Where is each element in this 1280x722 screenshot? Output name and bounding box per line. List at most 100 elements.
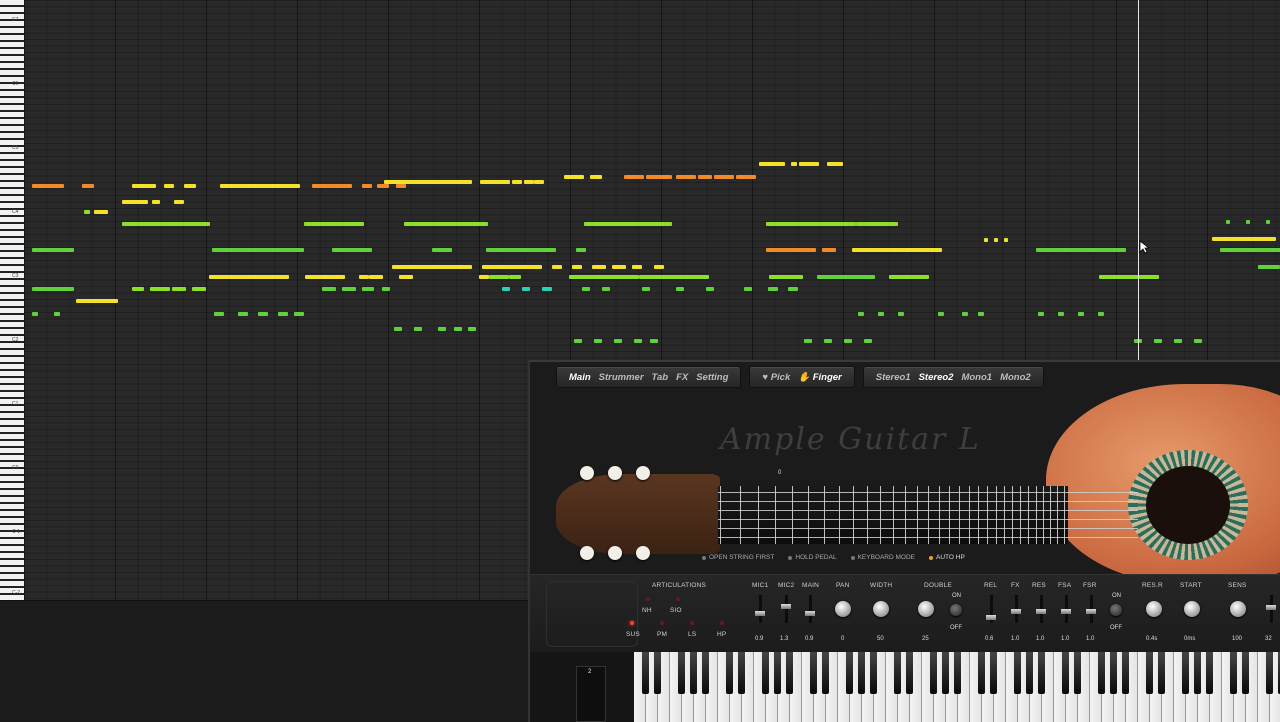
black-key[interactable]	[870, 652, 877, 694]
black-key[interactable]	[1110, 652, 1117, 694]
double-switch[interactable]	[950, 604, 962, 616]
midi-note[interactable]	[54, 312, 60, 316]
piano-keyboard[interactable]	[634, 652, 1280, 722]
double-knob[interactable]	[918, 601, 934, 617]
midi-note[interactable]	[799, 162, 819, 166]
width-knob[interactable]	[873, 601, 889, 617]
midi-note[interactable]	[258, 312, 268, 316]
midi-note[interactable]	[220, 184, 300, 188]
midi-note[interactable]	[1220, 248, 1280, 252]
slider-cap[interactable]	[1061, 609, 1071, 614]
midi-note[interactable]	[377, 184, 389, 188]
midi-note[interactable]	[414, 327, 422, 331]
midi-note[interactable]	[844, 339, 852, 343]
black-key[interactable]	[942, 652, 949, 694]
midi-note[interactable]	[654, 265, 664, 269]
finger-button[interactable]: ✋ Finger	[798, 372, 842, 383]
midi-note[interactable]	[1258, 265, 1280, 269]
midi-note[interactable]	[878, 312, 884, 316]
midi-note[interactable]	[706, 287, 714, 291]
black-key[interactable]	[858, 652, 865, 694]
midi-note[interactable]	[582, 287, 590, 291]
midi-note[interactable]	[714, 175, 734, 179]
black-key[interactable]	[906, 652, 913, 694]
midi-note[interactable]	[642, 287, 650, 291]
midi-note[interactable]	[822, 248, 836, 252]
midi-note[interactable]	[32, 312, 38, 316]
midi-note[interactable]	[312, 184, 352, 188]
tab-setting[interactable]: Setting	[696, 372, 728, 383]
midi-note[interactable]	[486, 248, 556, 252]
black-key[interactable]	[786, 652, 793, 694]
slider-cap[interactable]	[1036, 609, 1046, 614]
midi-note[interactable]	[122, 222, 210, 226]
midi-note[interactable]	[404, 222, 488, 226]
midi-note[interactable]	[534, 180, 544, 184]
midi-note[interactable]	[804, 339, 812, 343]
midi-note[interactable]	[342, 287, 356, 291]
midi-note[interactable]	[32, 248, 74, 252]
midi-note[interactable]	[584, 222, 672, 226]
black-key[interactable]	[678, 652, 685, 694]
midi-note[interactable]	[392, 265, 472, 269]
midi-note[interactable]	[399, 275, 413, 279]
midi-note[interactable]	[304, 222, 364, 226]
midi-note[interactable]	[164, 184, 174, 188]
midi-note[interactable]	[856, 222, 898, 226]
midi-note[interactable]	[817, 275, 875, 279]
midi-note[interactable]	[632, 265, 642, 269]
slider-cap[interactable]	[986, 615, 996, 620]
midi-note[interactable]	[382, 287, 390, 291]
black-key[interactable]	[726, 652, 733, 694]
midi-note[interactable]	[1078, 312, 1084, 316]
midi-note[interactable]	[889, 275, 929, 279]
output-stereo1[interactable]: Stereo1	[876, 372, 911, 383]
midi-note[interactable]	[332, 248, 372, 252]
ls-led[interactable]	[690, 621, 694, 625]
midi-note[interactable]	[592, 265, 606, 269]
midi-note[interactable]	[1226, 220, 1230, 224]
black-key[interactable]	[1098, 652, 1105, 694]
pick-button[interactable]: ♥ Pick	[762, 372, 790, 383]
midi-note[interactable]	[174, 200, 184, 204]
black-key[interactable]	[1158, 652, 1165, 694]
black-key[interactable]	[1266, 652, 1273, 694]
midi-note[interactable]	[646, 175, 672, 179]
midi-note[interactable]	[594, 339, 602, 343]
midi-note[interactable]	[322, 287, 336, 291]
midi-note[interactable]	[480, 180, 510, 184]
midi-note[interactable]	[1266, 220, 1270, 224]
black-key[interactable]	[846, 652, 853, 694]
midi-note[interactable]	[150, 287, 170, 291]
pm-led[interactable]	[660, 621, 664, 625]
capo-value[interactable]: 0	[778, 470, 781, 476]
midi-note[interactable]	[132, 184, 156, 188]
midi-note[interactable]	[359, 275, 369, 279]
midi-note[interactable]	[1246, 220, 1250, 224]
midi-note[interactable]	[76, 299, 118, 303]
black-key[interactable]	[894, 652, 901, 694]
midi-note[interactable]	[542, 287, 552, 291]
midi-note[interactable]	[864, 339, 872, 343]
midi-note[interactable]	[576, 248, 586, 252]
slider-cap[interactable]	[1011, 609, 1021, 614]
main-slider[interactable]	[809, 595, 812, 623]
midi-note[interactable]	[669, 275, 709, 279]
midi-note[interactable]	[172, 287, 186, 291]
black-key[interactable]	[702, 652, 709, 694]
midi-note[interactable]	[1174, 339, 1182, 343]
black-key[interactable]	[774, 652, 781, 694]
midi-note[interactable]	[552, 265, 562, 269]
black-key[interactable]	[930, 652, 937, 694]
black-key[interactable]	[1206, 652, 1213, 694]
midi-note[interactable]	[984, 238, 988, 242]
midi-note[interactable]	[438, 327, 446, 331]
mic2-slider[interactable]	[785, 595, 788, 623]
black-key[interactable]	[1026, 652, 1033, 694]
midi-note[interactable]	[432, 248, 452, 252]
midi-note[interactable]	[384, 180, 472, 184]
black-key[interactable]	[654, 652, 661, 694]
midi-note[interactable]	[766, 222, 856, 226]
black-key[interactable]	[738, 652, 745, 694]
open-string-first-toggle[interactable]: OPEN STRING FIRST	[702, 554, 774, 561]
